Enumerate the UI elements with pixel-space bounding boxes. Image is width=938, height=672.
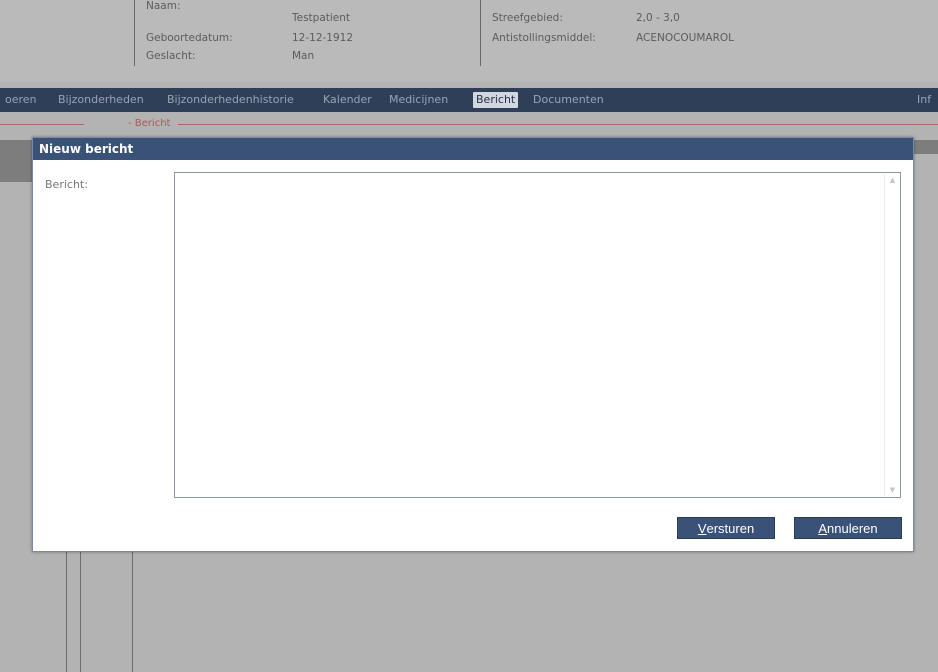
cancel-label: nnuleren bbox=[827, 520, 878, 536]
cancel-button[interactable]: Annuleren bbox=[794, 517, 902, 539]
header-divider bbox=[134, 0, 135, 66]
tab-medicijnen[interactable]: Medicijnen bbox=[386, 92, 451, 108]
tab-bijzonderheden[interactable]: Bijzonderheden bbox=[55, 92, 147, 108]
header-divider bbox=[480, 0, 481, 66]
tab-kalender[interactable]: Kalender bbox=[320, 92, 375, 108]
background-panel bbox=[0, 140, 33, 182]
target-range-value: 2,0 - 3,0 bbox=[636, 12, 680, 24]
textarea-scrollbar[interactable]: ▲ ▼ bbox=[884, 174, 900, 496]
patient-header: Naam: Testpatient Geboortedatum: 12-12-1… bbox=[0, 0, 938, 82]
dob-label: Geboortedatum: bbox=[146, 32, 233, 44]
tab-bericht[interactable]: Bericht bbox=[473, 92, 519, 108]
section-divider: - Bericht bbox=[0, 112, 938, 134]
divider-line-left bbox=[0, 124, 84, 125]
send-mnemonic: V bbox=[697, 520, 707, 536]
name-value: Testpatient bbox=[292, 12, 351, 24]
dialog-titlebar[interactable]: Nieuw bericht bbox=[33, 138, 913, 160]
tab-overflow-right[interactable]: Inf bbox=[914, 92, 934, 108]
tab-documenten[interactable]: Documenten bbox=[530, 92, 607, 108]
send-label: ersturen bbox=[706, 520, 755, 536]
nav-bar: oeren Bijzonderheden Bijzonderhedenhisto… bbox=[0, 88, 938, 112]
gender-value: Man bbox=[292, 50, 315, 62]
message-label: Bericht: bbox=[45, 178, 88, 191]
anticoagulant-value: ACENOCOUMAROL bbox=[636, 32, 735, 44]
background-divider bbox=[132, 550, 133, 672]
scroll-down-icon[interactable]: ▼ bbox=[885, 484, 900, 496]
divider-line-right bbox=[178, 124, 938, 125]
target-range-label: Streefgebied: bbox=[492, 12, 563, 24]
background-divider bbox=[66, 550, 67, 672]
new-message-dialog: Nieuw bericht Bericht: ▲ ▼ Versturen Ann… bbox=[32, 137, 914, 552]
tab-overflow-left[interactable]: oeren bbox=[2, 92, 40, 108]
dialog-title: Nieuw bericht bbox=[39, 142, 134, 156]
scroll-up-icon[interactable]: ▲ bbox=[885, 174, 900, 186]
name-label: Naam: bbox=[146, 0, 181, 12]
dob-value: 12-12-1912 bbox=[292, 32, 354, 44]
cancel-mnemonic: A bbox=[818, 520, 828, 536]
background-panel bbox=[912, 140, 938, 154]
send-button[interactable]: Versturen bbox=[677, 517, 775, 539]
message-textarea[interactable] bbox=[174, 172, 901, 498]
background-divider bbox=[80, 550, 81, 672]
gender-label: Geslacht: bbox=[146, 50, 196, 62]
anticoagulant-label: Antistollingsmiddel: bbox=[492, 32, 596, 44]
tab-bijzonderhedenhistorie[interactable]: Bijzonderhedenhistorie bbox=[164, 92, 297, 108]
section-label: - Bericht bbox=[128, 118, 171, 129]
